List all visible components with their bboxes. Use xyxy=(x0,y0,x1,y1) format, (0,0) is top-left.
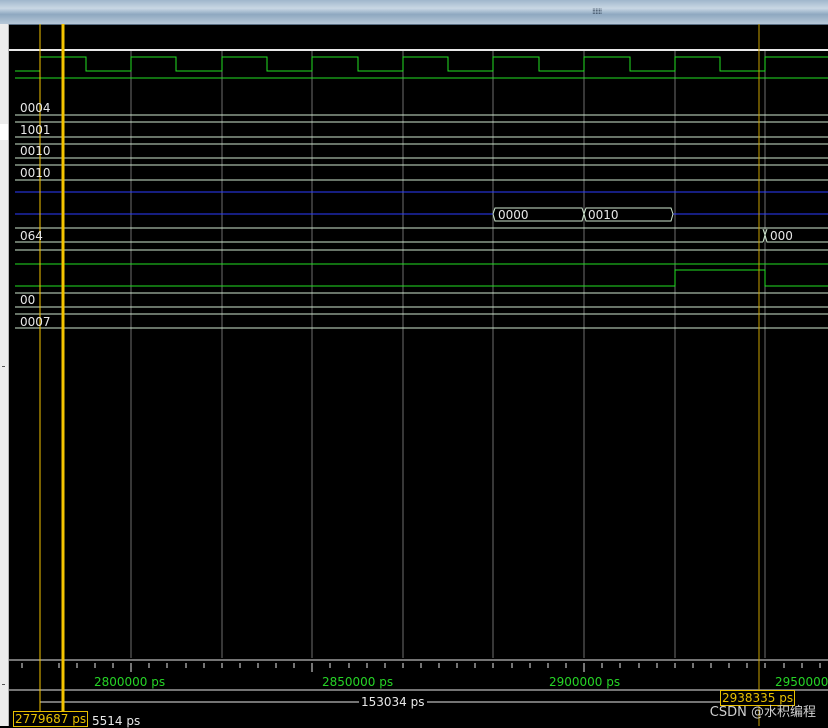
selected-row-marker xyxy=(0,124,8,140)
delta-time-label: 153034 ps xyxy=(359,695,427,709)
bus-row-lines xyxy=(15,114,828,181)
bus-segment-value: 0000 xyxy=(498,208,529,222)
signal-value: 00 xyxy=(20,293,36,307)
cursor-2-time-box[interactable]: 2938335 ps xyxy=(720,690,796,706)
signal-value: 1001 xyxy=(20,123,51,137)
cursor-1-time-box[interactable]: 2779687 ps xyxy=(13,711,89,727)
waveform-window-titlebar[interactable]: ⁞⁞⁞⁞⁞⁞ xyxy=(0,0,828,25)
clock-waveform xyxy=(15,56,828,72)
signal-value: 0007 xyxy=(20,315,51,329)
bus-row-lines xyxy=(15,292,828,329)
timeline-tick-label: 2950000 xyxy=(775,675,828,689)
signal-value: 0010 xyxy=(20,144,51,158)
signal-value: 064 xyxy=(20,229,43,243)
timeline-tick-label: 2800000 ps xyxy=(94,675,166,689)
waveform-drawing xyxy=(9,24,828,726)
bus-segment-value: 000 xyxy=(770,229,793,243)
bus-segment-value: 0010 xyxy=(588,208,619,222)
timeline-tick-label: 2900000 ps xyxy=(549,675,621,689)
waveform-canvas[interactable]: 0004 1001 0010 0010 064 00 0007 0000 001… xyxy=(9,24,828,728)
grid-lines xyxy=(130,51,766,658)
pane-divider-tick xyxy=(2,684,5,685)
signal-name-pane-edge[interactable] xyxy=(0,24,9,726)
signal-value: 0010 xyxy=(20,166,51,180)
timeline-minor-ticks xyxy=(21,663,821,672)
watermark: CSDN @水积编程 xyxy=(709,705,816,720)
signal-value: 0004 xyxy=(20,101,51,115)
panel-resize-grip-icon[interactable]: ⁞⁞⁞⁞⁞⁞ xyxy=(592,8,618,16)
signal-waveform xyxy=(15,269,828,287)
pane-divider-tick xyxy=(2,366,5,367)
timeline-tick-label: 2850000 ps xyxy=(322,675,394,689)
